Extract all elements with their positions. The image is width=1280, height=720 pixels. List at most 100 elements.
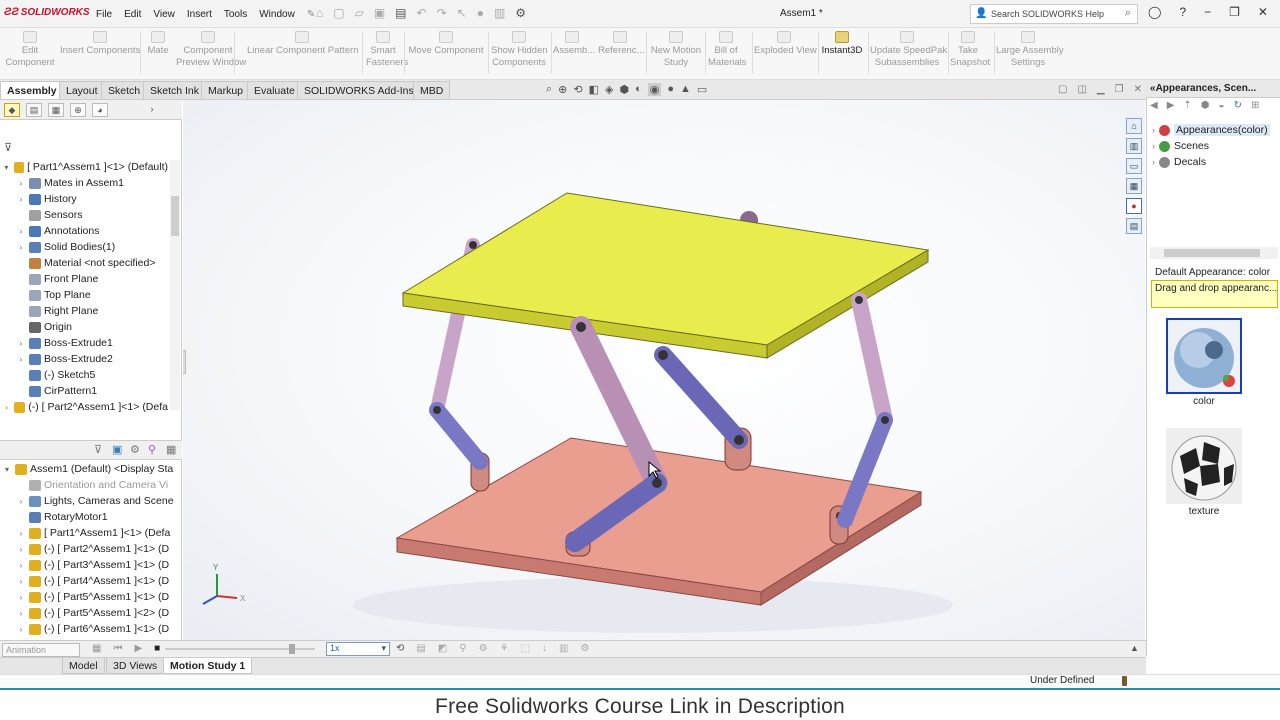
pin-pane-icon[interactable]: ⊞: [1251, 100, 1259, 111]
expand-arrow-icon[interactable]: ›: [16, 609, 26, 618]
tab-sketch-ink[interactable]: Sketch Ink: [143, 81, 207, 99]
options-gear-icon[interactable]: ⚙: [515, 6, 526, 20]
ribbon-button-component-preview-window[interactable]: Component Preview Window: [176, 31, 246, 69]
tree-item[interactable]: › Mates in Assem1: [16, 175, 168, 191]
view-palette-icon[interactable]: ▦: [1126, 178, 1142, 194]
tree-item[interactable]: RotaryMotor1: [16, 509, 180, 525]
expand-arrow-icon[interactable]: ▾: [2, 465, 12, 474]
expand-arrow-icon[interactable]: ›: [16, 355, 26, 364]
new-icon[interactable]: ▢: [333, 6, 344, 20]
spring-icon[interactable]: ⚘: [500, 643, 509, 654]
appearance-tool-icon[interactable]: ◒: [1219, 100, 1225, 111]
autokey-icon[interactable]: ◩: [438, 643, 447, 654]
menu-file[interactable]: File: [96, 9, 112, 20]
menu-insert[interactable]: Insert: [187, 9, 212, 20]
tab-solidworks-add-ins[interactable]: SOLIDWORKS Add-Ins: [297, 81, 421, 99]
tree-item[interactable]: › (-) [ Part4^Assem1 ]<1> (D: [16, 573, 180, 589]
ribbon-button-large-assembly-settings[interactable]: Large Assembly Settings: [996, 31, 1064, 69]
tree-item[interactable]: Material <not specified>: [16, 255, 168, 271]
forward-icon[interactable]: ▶: [1167, 100, 1175, 111]
appearance-tree-item[interactable]: › Scenes: [1152, 140, 1209, 152]
feature-manager-tab-icon[interactable]: ◆: [4, 103, 20, 117]
expand-arrow-icon[interactable]: ›: [16, 195, 26, 204]
motion-tool-icon-4[interactable]: ▦: [166, 443, 176, 456]
motion-tool-icon-1[interactable]: ▣: [112, 443, 122, 456]
motion-tool-icon-3[interactable]: ⚲: [148, 443, 156, 456]
play-from-start-icon[interactable]: ⏮: [113, 643, 122, 654]
ribbon-button-mate[interactable]: Mate: [146, 31, 170, 57]
tab-model[interactable]: Model: [62, 658, 105, 674]
expand-arrow-icon[interactable]: ›: [16, 561, 26, 570]
playback-speed-select[interactable]: 1x ▾: [326, 642, 390, 656]
filter-icon[interactable]: ⊽: [4, 141, 12, 154]
property-manager-tab-icon[interactable]: ▤: [26, 103, 42, 117]
viewport-minimize-icon[interactable]: ▁: [1097, 84, 1105, 95]
tree-item[interactable]: › (-) [ Part6^Assem1 ]<1> (D: [16, 621, 180, 637]
redo-icon[interactable]: ↷: [437, 6, 447, 20]
calculate-icon[interactable]: ▦: [92, 643, 101, 654]
tab-mbd[interactable]: MBD: [413, 81, 451, 99]
tree-item[interactable]: Front Plane: [16, 271, 168, 287]
save-animation-icon[interactable]: ▤: [416, 643, 425, 654]
expand-arrow-icon[interactable]: ▾: [2, 163, 11, 172]
menu-tools[interactable]: Tools: [224, 9, 247, 20]
tree-item[interactable]: › [ Part1^Assem1 ]<1> (Defa: [16, 525, 180, 541]
viewport-maximize-icon[interactable]: ❐: [1115, 84, 1124, 95]
search-box[interactable]: 👤 Search SOLIDWORKS Help ⌕: [970, 4, 1138, 24]
ribbon-button-move-component[interactable]: Move Component: [408, 31, 484, 57]
ribbon-button-instant3d[interactable]: Instant3D: [820, 31, 864, 57]
graphics-area[interactable]: Y X: [183, 100, 1145, 640]
tree-item[interactable]: › (-) [ Part2^Assem1 ]<1> (D: [16, 541, 180, 557]
solidworks-resources-icon[interactable]: ⌂: [1126, 118, 1142, 134]
tab-assembly[interactable]: Assembly: [0, 81, 64, 99]
configuration-manager-tab-icon[interactable]: ▦: [48, 103, 64, 117]
tab-layout[interactable]: Layout: [59, 81, 105, 99]
tree-item[interactable]: › Solid Bodies(1): [16, 239, 168, 255]
expand-arrow-icon[interactable]: ›: [16, 593, 26, 602]
apply-scene-icon[interactable]: ▲: [680, 83, 691, 96]
previous-view-icon[interactable]: ⟲: [573, 83, 582, 96]
expand-arrow-icon[interactable]: ›: [16, 243, 26, 252]
select-icon[interactable]: ↖: [457, 6, 467, 20]
tree-item[interactable]: › (-) [ Part5^Assem1 ]<1> (D: [16, 589, 180, 605]
task-pane-scrollbar[interactable]: [1150, 247, 1278, 259]
expand-arrow-icon[interactable]: ›: [16, 227, 26, 236]
search-input[interactable]: Search SOLIDWORKS Help: [991, 9, 1104, 19]
ribbon-button-linear-component-pattern[interactable]: Linear Component Pattern: [247, 31, 358, 57]
open-icon[interactable]: ▱: [355, 6, 364, 20]
appearance-tree-item[interactable]: › Appearances(color): [1152, 124, 1270, 136]
expand-arrow-icon[interactable]: ›: [1152, 125, 1155, 135]
task-pane-scrollbar-thumb[interactable]: [1164, 249, 1260, 257]
study-type-select[interactable]: Animation: [2, 643, 80, 657]
design-library-icon[interactable]: ▥: [1126, 138, 1142, 154]
back-icon[interactable]: ◀: [1150, 100, 1158, 111]
manager-tabs-arrow-icon[interactable]: ›: [144, 103, 160, 117]
expand-arrow-icon[interactable]: ›: [2, 403, 11, 412]
close-icon[interactable]: ✕: [1258, 5, 1268, 19]
print-icon[interactable]: ▤: [395, 6, 406, 20]
pin-icon[interactable]: ✎: [307, 9, 315, 20]
expand-arrow-icon[interactable]: ›: [16, 179, 26, 188]
dimxpert-tab-icon[interactable]: ⊕: [70, 103, 86, 117]
feature-tree-scrollbar[interactable]: [170, 160, 180, 410]
save-icon[interactable]: ▣: [374, 6, 385, 20]
assembly-model[interactable]: Y X: [183, 100, 1145, 640]
zoom-to-fit-icon[interactable]: ⌕: [546, 83, 552, 96]
expand-arrow-icon[interactable]: ›: [16, 339, 26, 348]
top-plate[interactable]: [401, 192, 930, 359]
up-icon[interactable]: ⇡: [1183, 100, 1191, 111]
tree-item[interactable]: › Boss-Extrude1: [16, 335, 168, 351]
expand-arrow-icon[interactable]: ›: [16, 577, 26, 586]
texture-appearance-thumbnail[interactable]: [1166, 428, 1242, 504]
motion-filter-icon[interactable]: ⊽: [94, 443, 102, 456]
tree-item[interactable]: › Annotations: [16, 223, 168, 239]
restore-icon[interactable]: ❐: [1229, 5, 1240, 19]
gravity-icon[interactable]: ↓: [542, 643, 547, 654]
dynamic-annotation-icon[interactable]: ◈: [605, 83, 613, 96]
tab-markup[interactable]: Markup: [201, 81, 251, 99]
tree-item[interactable]: › (-) [ Part2^Assem1 ]<1> (Defa: [2, 399, 168, 415]
search-icon[interactable]: ⌕: [1125, 7, 1131, 20]
playback-slider-thumb[interactable]: [289, 644, 295, 654]
ribbon-button-insert-components[interactable]: Insert Components: [60, 31, 140, 57]
expand-arrow-icon[interactable]: ›: [16, 545, 26, 554]
